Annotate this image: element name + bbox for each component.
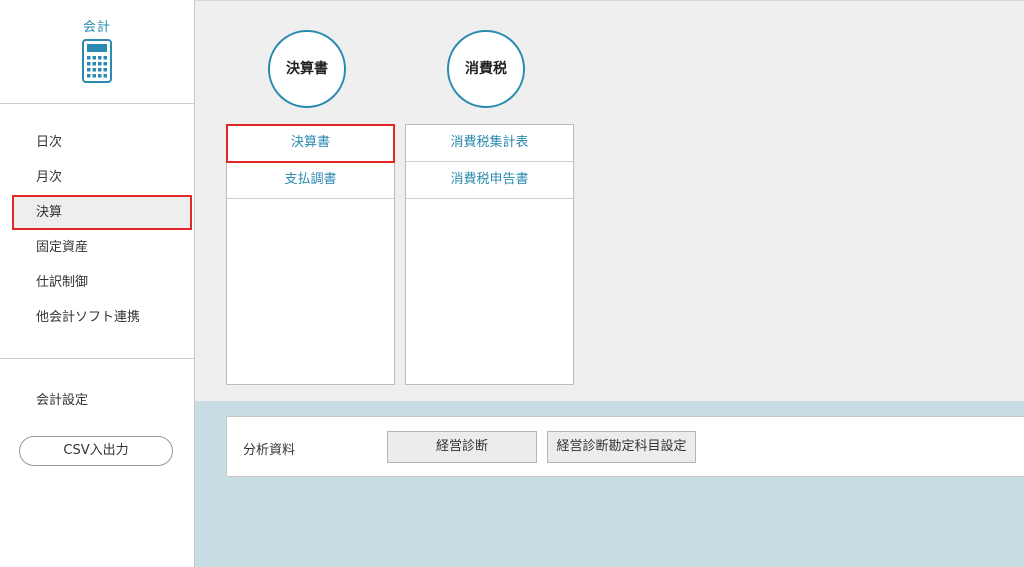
financial-statements-heading: 決算書 (268, 30, 346, 108)
consumption-tax-return-link[interactable]: 消費税申告書 (406, 162, 573, 199)
sidebar-item-accounting-settings[interactable]: 会計設定 (36, 389, 88, 408)
brand-label: 会計 (82, 20, 111, 35)
sidebar-menu: 日次 月次 決算 固定資産 仕訳制御 他会計ソフト連携 (0, 104, 194, 359)
consumption-tax-list: 消費税集計表 消費税申告書 (405, 124, 574, 385)
analysis-panel: 分析資料 経営診断 経営診断勘定科目設定 (226, 416, 1024, 477)
financial-statements-list: 決算書 支払調書 (226, 124, 395, 385)
calculator-icon (82, 39, 112, 83)
sidebar-item-journal-control[interactable]: 仕訳制御 (0, 265, 194, 300)
diagnosis-account-settings-button[interactable]: 経営診断勘定科目設定 (547, 431, 696, 463)
sidebar-brand[interactable]: 会計 (0, 0, 194, 104)
sidebar-item-external-software[interactable]: 他会計ソフト連携 (0, 300, 194, 335)
csv-import-export-button[interactable]: CSV入出力 (19, 436, 173, 466)
sidebar-item-closing[interactable]: 決算 (12, 195, 192, 230)
payment-records-link[interactable]: 支払調書 (227, 162, 394, 199)
sidebar-item-daily[interactable]: 日次 (0, 125, 194, 160)
sidebar: 会計 日次 月次 決算 固定資産 仕訳制御 他会計ソフト連携 会計設定 CSV入… (0, 0, 195, 567)
analysis-label: 分析資料 (243, 443, 296, 458)
management-diagnosis-button[interactable]: 経営診断 (387, 431, 537, 463)
consumption-tax-heading: 消費税 (447, 30, 525, 108)
sidebar-item-fixed-assets[interactable]: 固定資産 (0, 230, 194, 265)
consumption-tax-summary-link[interactable]: 消費税集計表 (406, 125, 573, 162)
sidebar-item-monthly[interactable]: 月次 (0, 160, 194, 195)
financial-statements-link[interactable]: 決算書 (226, 124, 395, 163)
